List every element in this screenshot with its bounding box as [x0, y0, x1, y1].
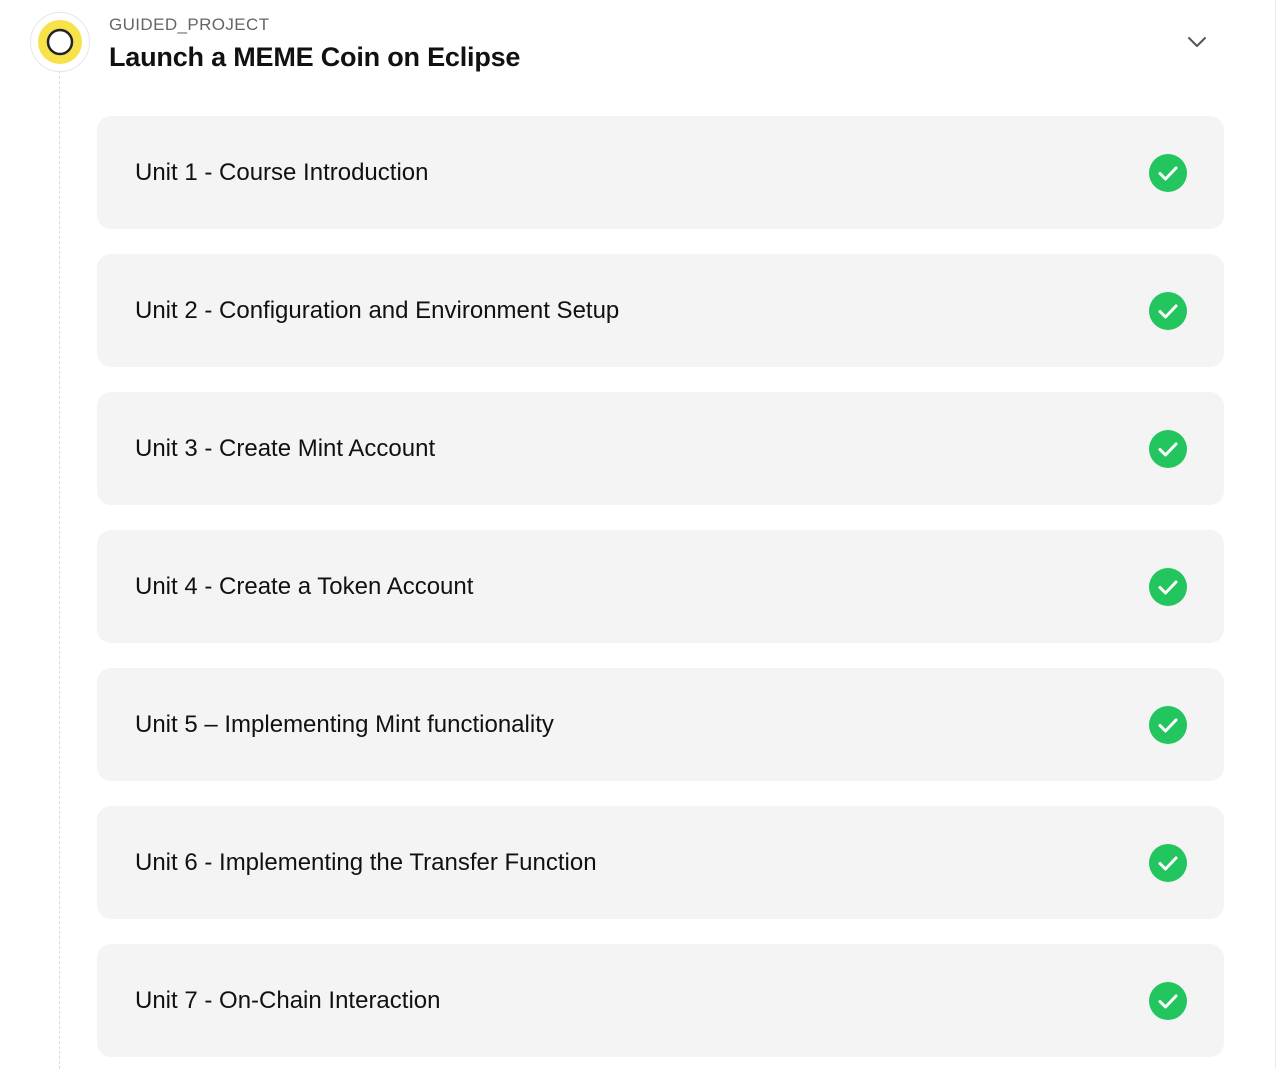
unit-title: Unit 5 – Implementing Mint functionality	[135, 710, 554, 738]
unit-item[interactable]: Unit 6 - Implementing the Transfer Funct…	[97, 806, 1224, 919]
check-circle-icon	[1149, 430, 1187, 468]
unit-title: Unit 6 - Implementing the Transfer Funct…	[135, 848, 597, 876]
chevron-down-icon	[1188, 37, 1206, 47]
project-title: Launch a MEME Coin on Eclipse	[109, 42, 521, 72]
check-circle-icon	[1149, 292, 1187, 330]
guided-project-page: GUIDED_PROJECT Launch a MEME Coin on Ecl…	[0, 0, 1280, 1069]
project-type-label: GUIDED_PROJECT	[109, 15, 270, 34]
unit-title: Unit 2 - Configuration and Environment S…	[135, 296, 620, 324]
check-circle-icon	[1149, 844, 1187, 882]
check-circle-icon	[1149, 982, 1187, 1020]
timeline-line	[59, 66, 60, 1069]
check-circle-icon	[1149, 154, 1187, 192]
unit-item[interactable]: Unit 2 - Configuration and Environment S…	[97, 254, 1224, 367]
unit-list: Unit 1 - Course Introduction Unit 2 - Co…	[97, 116, 1224, 1069]
unit-title: Unit 1 - Course Introduction	[135, 158, 429, 186]
unit-title: Unit 4 - Create a Token Account	[135, 572, 474, 600]
unit-item[interactable]: Unit 5 – Implementing Mint functionality	[97, 668, 1224, 781]
scrollbar-track	[1275, 0, 1276, 1069]
unit-item[interactable]: Unit 1 - Course Introduction	[97, 116, 1224, 229]
check-circle-icon	[1149, 568, 1187, 606]
unit-title: Unit 7 - On-Chain Interaction	[135, 986, 441, 1014]
unit-title: Unit 3 - Create Mint Account	[135, 434, 436, 462]
unit-item[interactable]: Unit 3 - Create Mint Account	[97, 392, 1224, 505]
check-circle-icon	[1149, 706, 1187, 744]
ring-icon	[30, 12, 90, 72]
collapse-toggle-button[interactable]	[1180, 28, 1214, 56]
unit-item[interactable]: Unit 4 - Create a Token Account	[97, 530, 1224, 643]
unit-item[interactable]: Unit 7 - On-Chain Interaction	[97, 944, 1224, 1057]
